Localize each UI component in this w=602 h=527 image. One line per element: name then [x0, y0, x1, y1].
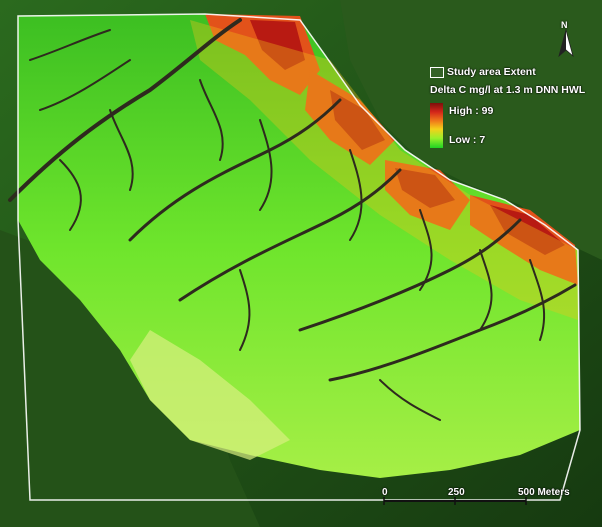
- scale-bar-graphic: [383, 497, 527, 505]
- rectangle-outline-icon: [430, 67, 444, 78]
- legend-low-label: Low : 7: [449, 134, 486, 146]
- north-label: N: [561, 20, 568, 30]
- legend-high-label: High : 99: [449, 105, 494, 117]
- color-ramp-icon: [430, 103, 443, 148]
- legend-extent-label: Study area Extent: [447, 66, 536, 78]
- legend: Study area Extent Delta C mg/l at 1.3 m …: [425, 62, 601, 154]
- north-arrow: N: [554, 20, 578, 60]
- map-view: Study area Extent Delta C mg/l at 1.3 m …: [0, 0, 602, 527]
- scale-bar: 0 250 500 Meters: [378, 485, 578, 515]
- legend-title: Delta C mg/l at 1.3 m DNN HWL: [430, 84, 586, 96]
